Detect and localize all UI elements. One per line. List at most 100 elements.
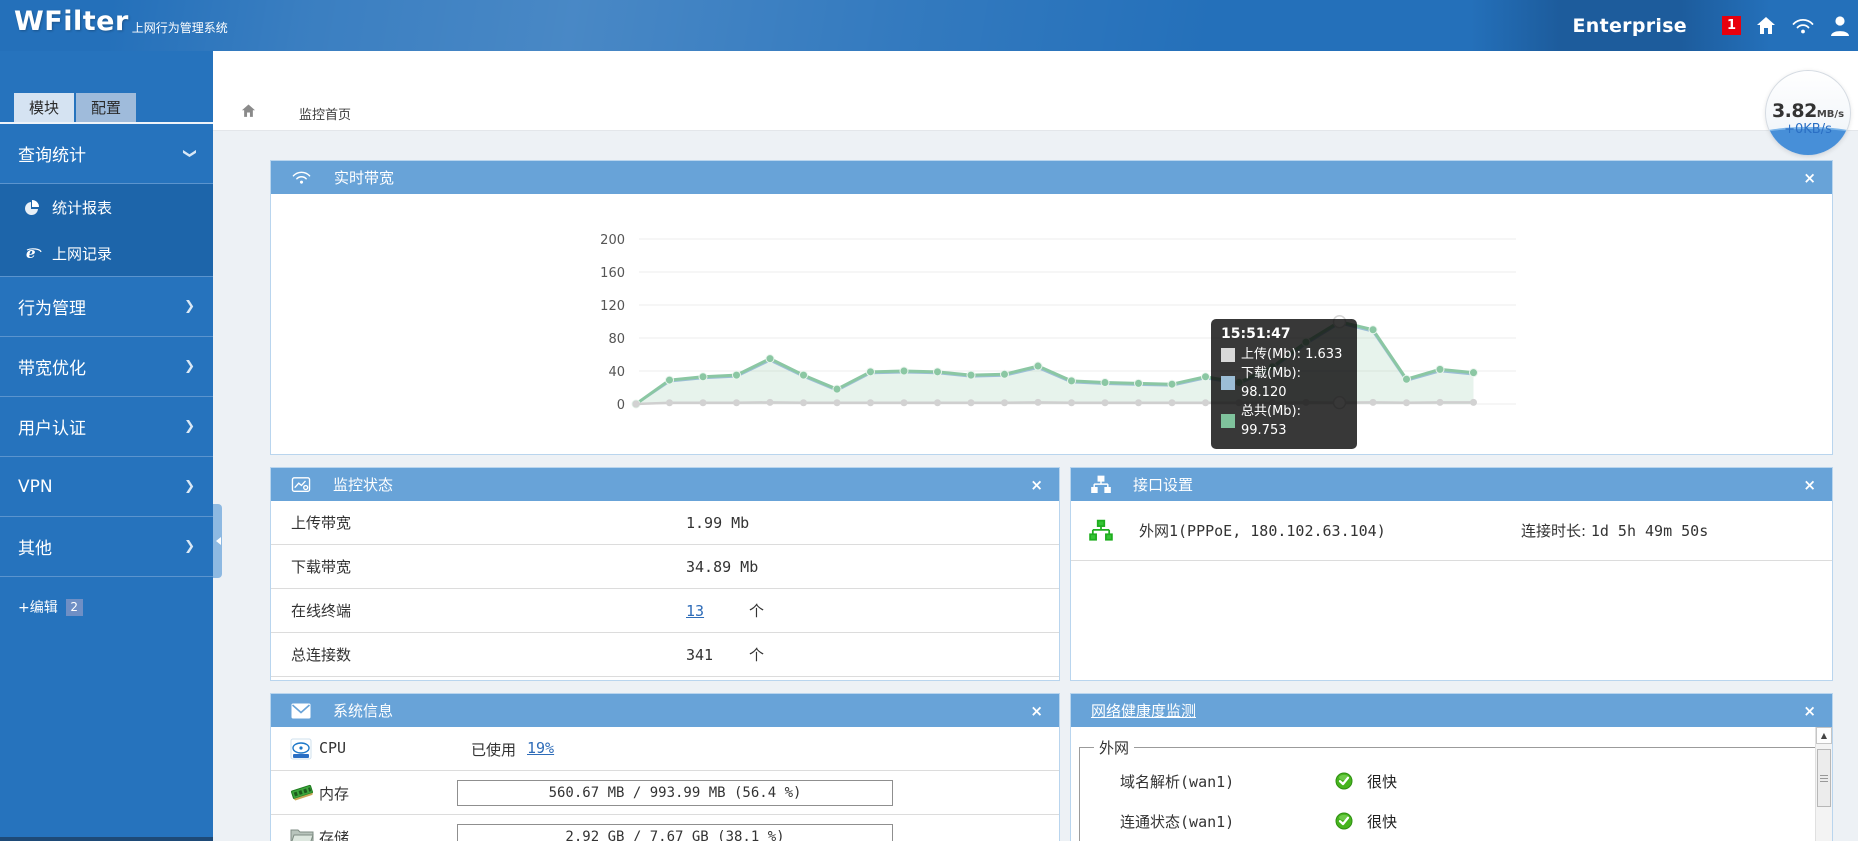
sidebar-item-bandwidth[interactable]: 带宽优化❯ (0, 337, 213, 397)
row-label: 上传带宽 (291, 512, 351, 533)
panel-title: 接口设置 (1133, 474, 1193, 495)
sidebar-submenu: 统计报表 e 上网记录 (0, 184, 213, 277)
panel-realtime-bandwidth: 实时带宽 × 04080120160200 15:51:47 上传(Mb): 1… (270, 160, 1833, 455)
tooltip-swatch (1221, 414, 1235, 428)
svg-text:e: e (26, 245, 36, 261)
monitor-status-row-2: 在线终端 13 个 (271, 589, 1059, 633)
panel-network-health: 网络健康度监测 × 外网 域名解析(wan1)很快连通状态(wan1)很快 ▲ (1070, 693, 1833, 841)
cpu-usage-link[interactable]: 19% (527, 739, 554, 757)
bandwidth-chart-svg[interactable]: 04080120160200 (271, 194, 1832, 454)
gauge-delta: +0KB/s (1766, 122, 1850, 137)
tooltip-swatch (1221, 376, 1235, 390)
sidebar-subitem-label: 统计报表 (52, 197, 112, 218)
network-tree-icon (1091, 475, 1111, 495)
envelope-icon (291, 703, 311, 719)
panel-system-info: 系统信息 × CPU 已使用 19% (270, 693, 1060, 841)
panel-scrollbar[interactable]: ▲ (1815, 727, 1832, 841)
breadcrumb-title[interactable]: 监控首页 (299, 104, 351, 123)
interface-name: 外网1(PPPoE, 180.102.63.104) (1139, 520, 1386, 541)
sidebar-tab-0[interactable]: 模块 (14, 93, 74, 122)
sidebar-item-label: 查询统计 (18, 141, 86, 166)
topbar-actions: Enterprise 1 (1572, 0, 1852, 51)
monitor-chart-icon (291, 476, 311, 494)
gauge-value: 3.82MB/s (1766, 100, 1850, 122)
panel-interface-settings-header[interactable]: 接口设置 × (1071, 468, 1832, 501)
panel-realtime-bandwidth-header[interactable]: 实时带宽 × (271, 161, 1832, 194)
interface-row-wan1[interactable]: 外网1(PPPoE, 180.102.63.104) 连接时长: 1d 5h 4… (1071, 501, 1832, 561)
chevron-right-icon: ❯ (184, 479, 195, 494)
row-value-link[interactable]: 13 (686, 602, 704, 620)
cpu-label: CPU (319, 739, 346, 757)
svg-text:80: 80 (608, 332, 625, 347)
tooltip-series-text: 总共(Mb): 99.753 (1241, 402, 1347, 440)
edit-count-badge: 2 (66, 599, 83, 616)
sidebar-collapse-handle[interactable] (213, 504, 222, 578)
scroll-up-button[interactable]: ▲ (1816, 727, 1832, 744)
health-check-label: 连通状态(wan1) (1120, 811, 1335, 832)
svg-text:120: 120 (600, 299, 625, 314)
tooltip-swatch (1221, 348, 1235, 362)
system-row-cpu: CPU 已使用 19% (271, 727, 1059, 771)
sidebar-item-behavior[interactable]: 行为管理❯ (0, 277, 213, 337)
wan-group-box: 外网 域名解析(wan1)很快连通状态(wan1)很快 (1079, 737, 1817, 841)
sidebar-item-query-stats[interactable]: 查询统计❯ (0, 124, 213, 184)
breadcrumb: 监控首页 (213, 51, 1858, 131)
notification-badge[interactable]: 1 (1722, 16, 1741, 35)
sidebar-tab-1[interactable]: 配置 (76, 93, 136, 122)
chevron-right-icon: ❯ (184, 299, 195, 314)
row-label: 下载带宽 (291, 556, 351, 577)
close-icon[interactable]: × (1803, 694, 1816, 727)
sidebar-item-other[interactable]: 其他❯ (0, 517, 213, 577)
close-icon[interactable]: × (1030, 468, 1043, 501)
scroll-thumb[interactable] (1817, 749, 1831, 807)
logo-subtitle: 上网行为管理系统 (132, 19, 228, 36)
health-row-1: 连通状态(wan1)很快 (1080, 804, 1816, 838)
sidebar-item-label: 其他 (18, 534, 52, 559)
tooltip-series-text: 下载(Mb): 98.120 (1241, 364, 1347, 402)
sidebar-item-auth[interactable]: 用户认证❯ (0, 397, 213, 457)
panel-monitor-status-header[interactable]: 监控状态 × (271, 468, 1059, 501)
sidebar-nav: 查询统计❯统计报表e上网记录行为管理❯带宽优化❯用户认证❯VPN❯其他❯ (0, 124, 213, 577)
close-icon[interactable]: × (1803, 161, 1816, 194)
panel-title: 实时带宽 (334, 167, 394, 188)
home-icon[interactable] (1754, 14, 1778, 38)
panel-title: 监控状态 (333, 474, 393, 495)
chart-tooltip: 15:51:47 上传(Mb): 1.633下载(Mb): 98.120总共(M… (1211, 319, 1357, 449)
network-tree-icon-green (1089, 519, 1113, 547)
monitor-status-row-1: 下载带宽34.89 Mb (271, 545, 1059, 589)
panel-network-health-header[interactable]: 网络健康度监测 × (1071, 694, 1832, 727)
system-row-storage: 存储 2.92 GB / 7.67 GB (38.1 %) (271, 815, 1059, 841)
collapse-arrow-icon (212, 537, 221, 545)
logo-text: WFilter (14, 7, 129, 37)
memory-icon (290, 782, 314, 806)
memory-label: 内存 (319, 783, 349, 804)
row-label: 在线终端 (291, 600, 351, 621)
breadcrumb-home-icon[interactable] (240, 103, 257, 123)
wifi-icon[interactable] (1791, 14, 1815, 38)
close-icon[interactable]: × (1803, 468, 1816, 501)
wifi-icon (291, 169, 312, 186)
user-icon[interactable] (1828, 14, 1852, 38)
sidebar-item-vpn[interactable]: VPN❯ (0, 457, 213, 517)
cpu-intel-icon (290, 738, 312, 764)
storage-progress-text: 2.92 GB / 7.67 GB (38.1 %) (458, 825, 892, 841)
sidebar-subitem-0[interactable]: 统计报表 (0, 184, 213, 230)
sidebar-subitem-1[interactable]: e 上网记录 (0, 230, 213, 276)
tooltip-series-row: 上传(Mb): 1.633 (1221, 345, 1347, 364)
close-icon[interactable]: × (1030, 694, 1043, 727)
tooltip-series-text: 上传(Mb): 1.633 (1241, 345, 1342, 364)
app-logo[interactable]: WFilter 上网行为管理系统 (14, 7, 228, 37)
storage-progress-bar: 2.92 GB / 7.67 GB (38.1 %) (457, 824, 893, 841)
panel-system-info-header[interactable]: 系统信息 × (271, 694, 1059, 727)
sidebar-edit-button[interactable]: +编辑 2 (18, 597, 213, 617)
network-health-title-link[interactable]: 网络健康度监测 (1091, 700, 1196, 721)
bandwidth-chart: 04080120160200 15:51:47 上传(Mb): 1.633下载(… (271, 194, 1832, 454)
row-value: 1.99 Mb (686, 514, 749, 532)
monitor-status-row-3: 总连接数341个 (271, 633, 1059, 677)
wan-group-label: 外网 (1094, 737, 1134, 758)
bandwidth-gauge[interactable]: 3.82MB/s +0KB/s (1765, 70, 1851, 156)
row-unit: 个 (749, 600, 764, 621)
sidebar-subitem-label: 上网记录 (52, 243, 112, 264)
edit-label: +编辑 (18, 597, 58, 617)
sidebar-item-label: 用户认证 (18, 414, 86, 439)
